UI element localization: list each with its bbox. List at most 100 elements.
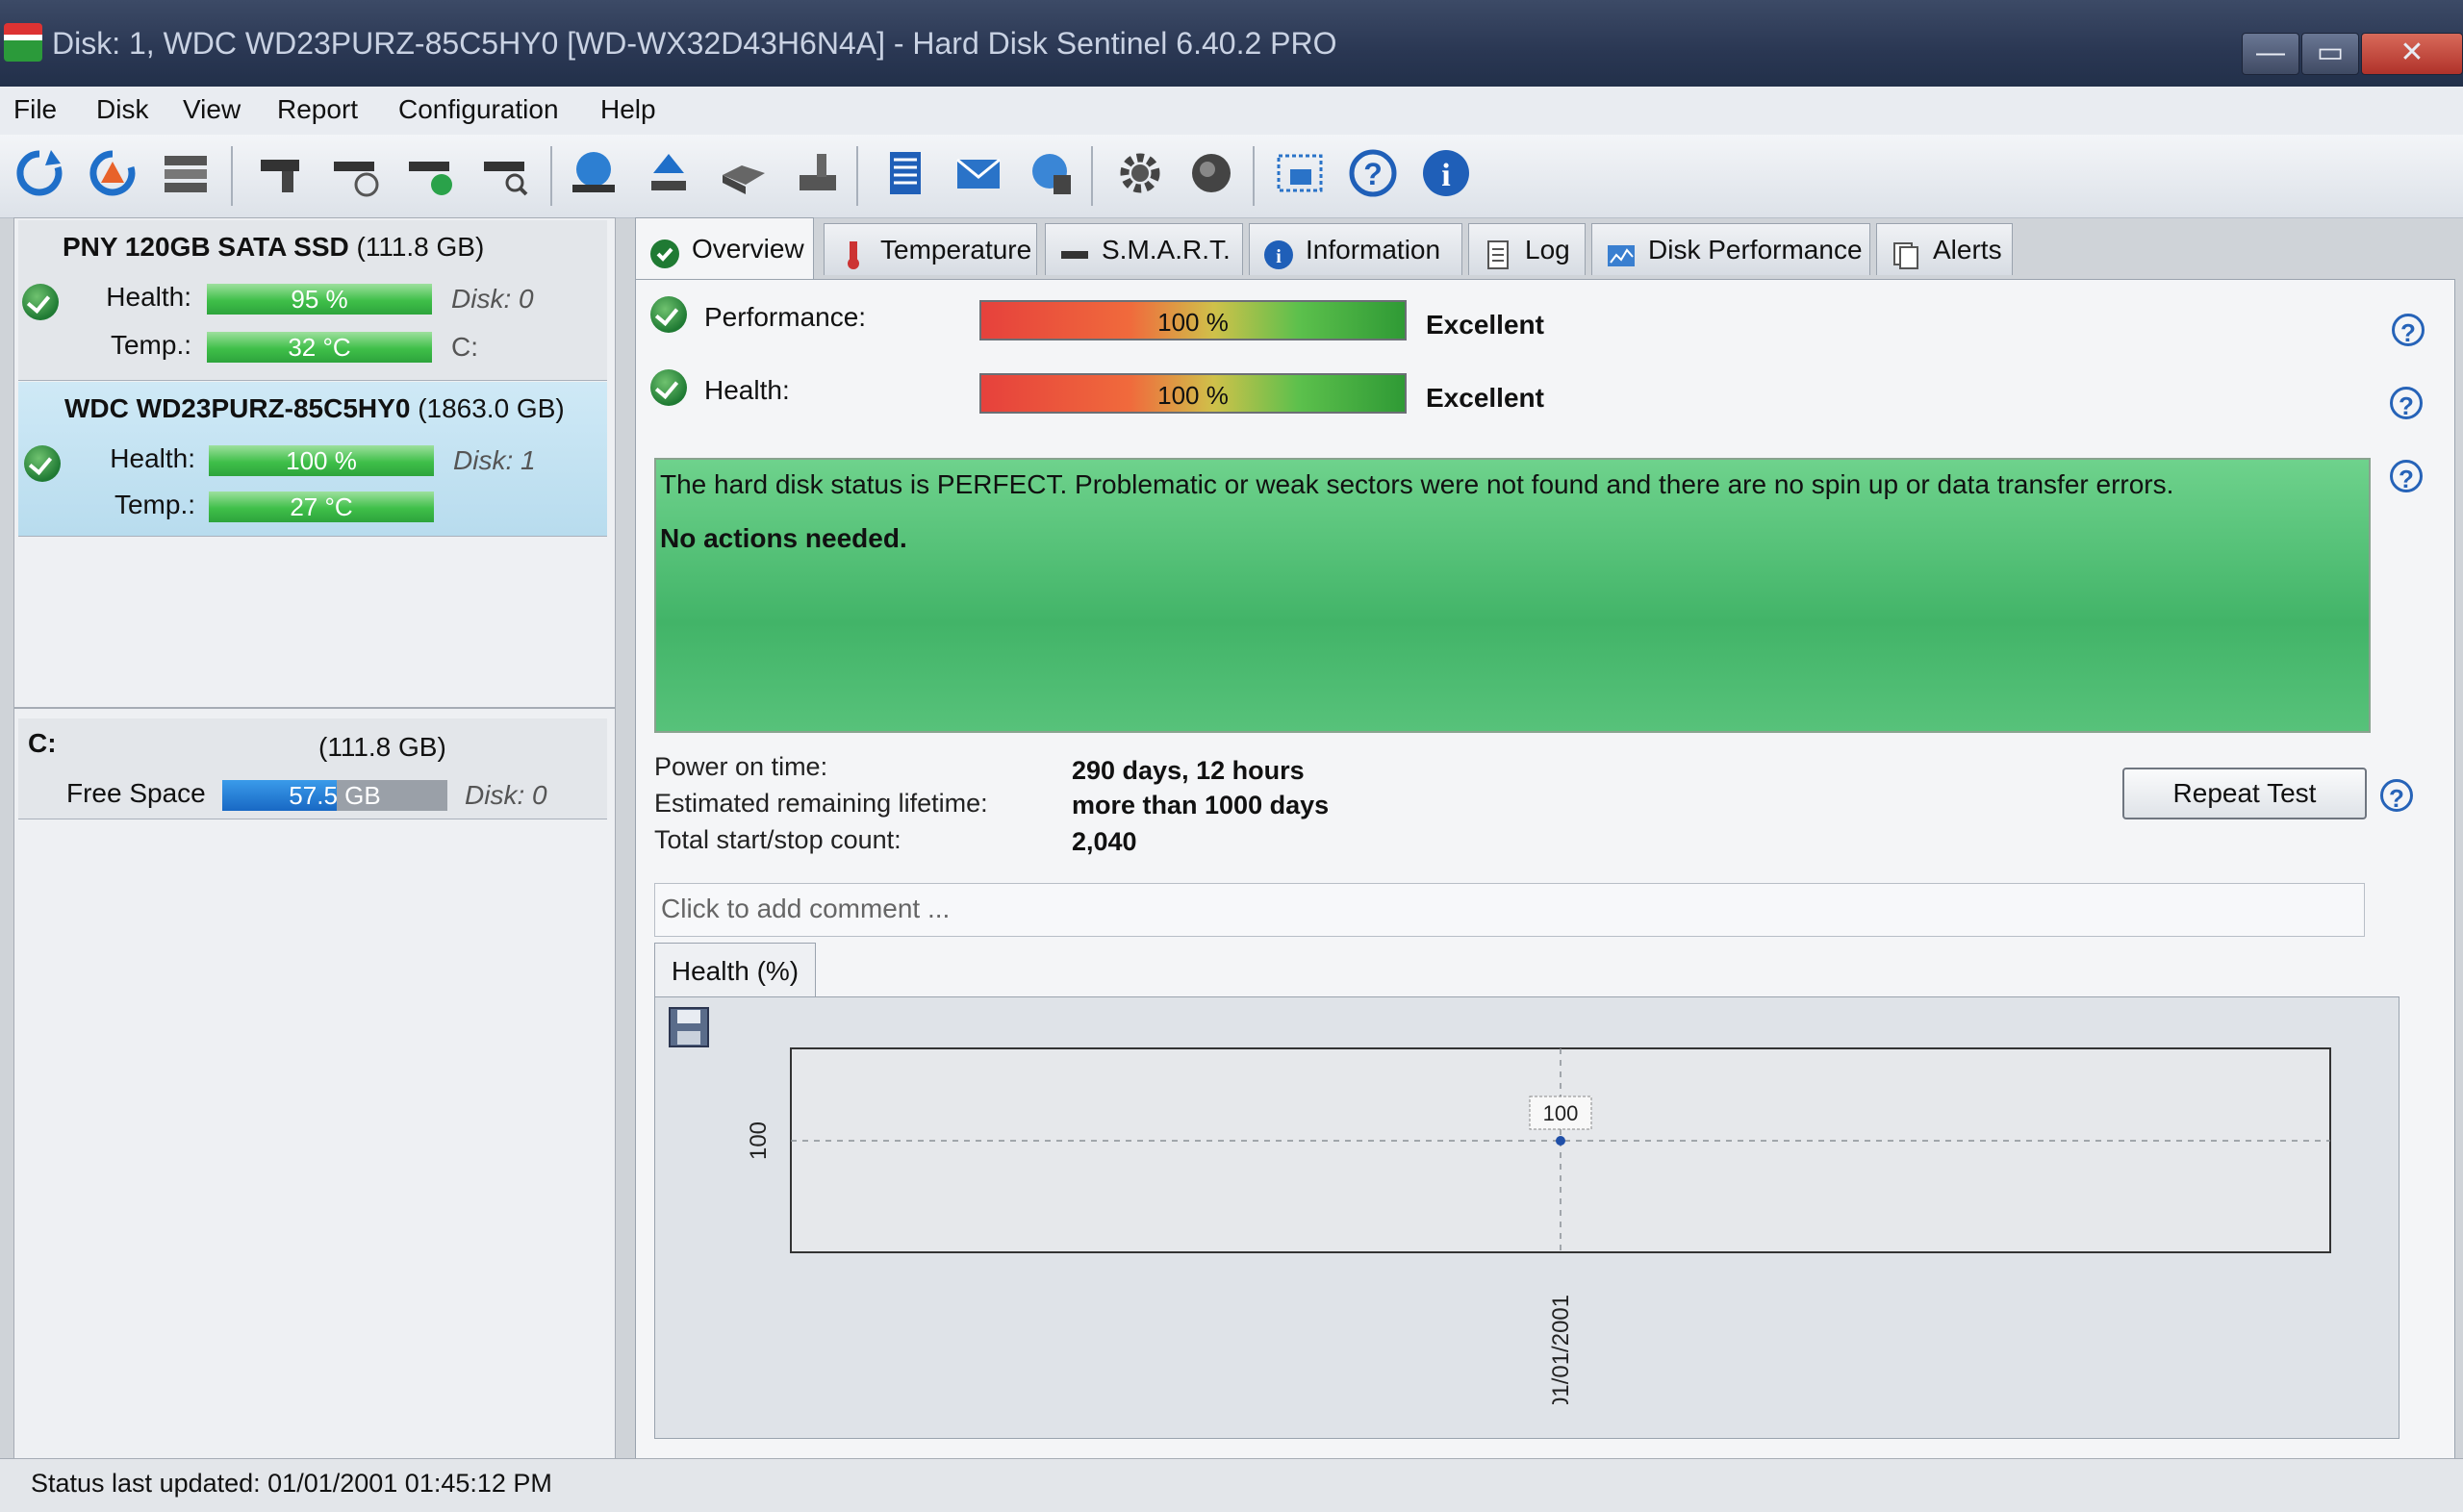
- disk-check-icon[interactable]: [402, 144, 458, 202]
- health-bar: 100 %: [979, 373, 1407, 414]
- menu-bar: File Disk View Report Configuration Help: [0, 87, 2463, 136]
- performance-rating: Excellent: [1426, 310, 1544, 340]
- start-stop-value: 2,040: [1072, 827, 1137, 856]
- help-icon[interactable]: ?: [2390, 460, 2423, 493]
- disk-icon[interactable]: [252, 144, 308, 202]
- status-actions: No actions needed.: [660, 523, 907, 553]
- disk-clock-icon[interactable]: [327, 144, 383, 202]
- report-icon[interactable]: [877, 144, 933, 202]
- status-text: The hard disk status is PERFECT. Problem…: [660, 469, 2174, 499]
- thermometer-icon: [838, 236, 869, 269]
- tab-strip: Overview Temperature S.M.A.R.T. i Inform…: [635, 217, 2453, 281]
- minimize-button[interactable]: —: [2242, 33, 2299, 75]
- help-icon[interactable]: ?: [2390, 387, 2423, 420]
- menu-view[interactable]: View: [183, 94, 241, 125]
- svg-text:?: ?: [1363, 157, 1383, 191]
- alert-refresh-icon[interactable]: [85, 144, 140, 202]
- temp-bar: 27 °C: [209, 491, 434, 522]
- start-stop-label: Total start/stop count:: [654, 825, 901, 854]
- drives-icon[interactable]: [716, 144, 772, 202]
- eject-icon[interactable]: [641, 144, 697, 202]
- volume-letter: C:: [28, 728, 57, 758]
- x-tick-label: 01/01/2001: [1548, 1295, 1574, 1404]
- svg-text:i: i: [1441, 158, 1450, 193]
- svg-text:i: i: [1276, 246, 1282, 267]
- disk-number: Disk: 1: [453, 445, 536, 475]
- gear-icon[interactable]: [1112, 144, 1168, 202]
- repeat-test-button[interactable]: Repeat Test: [2122, 768, 2367, 819]
- health-label: Health:: [106, 282, 191, 312]
- refresh-icon[interactable]: [12, 144, 67, 202]
- window-title: Disk: 1, WDC WD23PURZ-85C5HY0 [WD-WX32D4…: [52, 26, 1337, 61]
- tab-alerts[interactable]: Alerts: [1876, 223, 2013, 275]
- help-icon[interactable]: ?: [2380, 779, 2413, 813]
- screenshot-icon[interactable]: [1272, 144, 1328, 202]
- speaker-icon[interactable]: [1183, 144, 1239, 202]
- save-icon[interactable]: [666, 1004, 712, 1050]
- health-label: Health:: [110, 443, 195, 473]
- power-on-label: Power on time:: [654, 752, 828, 781]
- free-space-value: 57.5 GB: [289, 781, 381, 810]
- health-chart: 100 01/01/2001 100: [746, 1047, 2331, 1404]
- ok-check-icon: [24, 445, 61, 482]
- tab-information[interactable]: i Information: [1249, 223, 1462, 275]
- alerts-icon: [1891, 236, 1921, 269]
- tab-temperature[interactable]: Temperature: [824, 223, 1037, 275]
- network-icon[interactable]: [1024, 144, 1079, 202]
- help-icon[interactable]: ?: [1345, 144, 1401, 202]
- app-icon: [4, 23, 42, 62]
- info-icon: i: [1263, 236, 1294, 269]
- y-tick-label: 100: [746, 1121, 772, 1160]
- power-on-value: 290 days, 12 hours: [1072, 756, 1305, 785]
- ok-check-icon: [22, 284, 59, 320]
- title-bar: Disk: 1, WDC WD23PURZ-85C5HY0 [WD-WX32D4…: [0, 0, 2463, 87]
- drive-tool-icon[interactable]: [791, 144, 847, 202]
- temp-label: Temp.:: [114, 490, 195, 519]
- disk-size: (111.8 GB): [356, 232, 485, 262]
- performance-label: Performance:: [704, 302, 867, 332]
- free-space-bar: 57.5 GB: [222, 780, 447, 811]
- info-icon[interactable]: i: [1418, 144, 1474, 202]
- maximize-button[interactable]: ▭: [2301, 33, 2359, 75]
- globe-icon[interactable]: [566, 144, 622, 202]
- disk-list-icon[interactable]: [158, 144, 214, 202]
- health-label: Health:: [704, 375, 790, 405]
- tab-health-chart[interactable]: Health (%): [654, 943, 816, 998]
- performance-bar: 100 %: [979, 300, 1407, 340]
- disk-number: Disk: 0: [451, 284, 534, 314]
- lifetime-value: more than 1000 days: [1072, 791, 1330, 819]
- mail-icon[interactable]: [951, 144, 1006, 202]
- status-description: The hard disk status is PERFECT. Problem…: [654, 458, 2371, 733]
- volume-size: (111.8 GB): [318, 732, 446, 762]
- tab-smart[interactable]: S.M.A.R.T.: [1045, 223, 1243, 275]
- tab-disk-performance[interactable]: Disk Performance: [1591, 223, 1870, 275]
- point-label: 100: [1543, 1101, 1579, 1125]
- ok-check-icon: [650, 369, 687, 406]
- volume-card[interactable]: C: (111.8 GB) Free Space 57.5 GB Disk: 0: [18, 718, 607, 819]
- disk-card-0[interactable]: PNY 120GB SATA SSD (111.8 GB) Health: 95…: [18, 220, 607, 381]
- menu-configuration[interactable]: Configuration: [398, 94, 559, 125]
- disk-size: (1863.0 GB): [418, 393, 565, 423]
- health-rating: Excellent: [1426, 383, 1544, 413]
- drive-letter: C:: [451, 332, 478, 362]
- free-space-label: Free Space: [66, 778, 206, 808]
- menu-disk[interactable]: Disk: [96, 94, 148, 125]
- comment-input[interactable]: Click to add comment ...: [654, 883, 2365, 937]
- ok-check-icon: [649, 230, 680, 268]
- toolbar: ? i: [0, 135, 2463, 218]
- lifetime-label: Estimated remaining lifetime:: [654, 789, 988, 818]
- close-button[interactable]: ✕: [2361, 33, 2463, 75]
- disk-name: WDC WD23PURZ-85C5HY0: [64, 393, 411, 423]
- disk-number: Disk: 0: [465, 780, 547, 810]
- health-bar: 100 %: [209, 445, 434, 476]
- status-bar: Status last updated: 01/01/2001 01:45:12…: [0, 1458, 2463, 1512]
- disk-search-icon[interactable]: [477, 144, 533, 202]
- menu-file[interactable]: File: [13, 94, 57, 125]
- disk-card-1[interactable]: WDC WD23PURZ-85C5HY0 (1863.0 GB) Health:…: [18, 382, 607, 537]
- tab-overview[interactable]: Overview: [635, 217, 814, 281]
- menu-help[interactable]: Help: [600, 94, 656, 125]
- help-icon[interactable]: ?: [2392, 314, 2425, 347]
- tab-log[interactable]: Log: [1468, 223, 1586, 275]
- temp-label: Temp.:: [110, 330, 191, 360]
- menu-report[interactable]: Report: [277, 94, 358, 125]
